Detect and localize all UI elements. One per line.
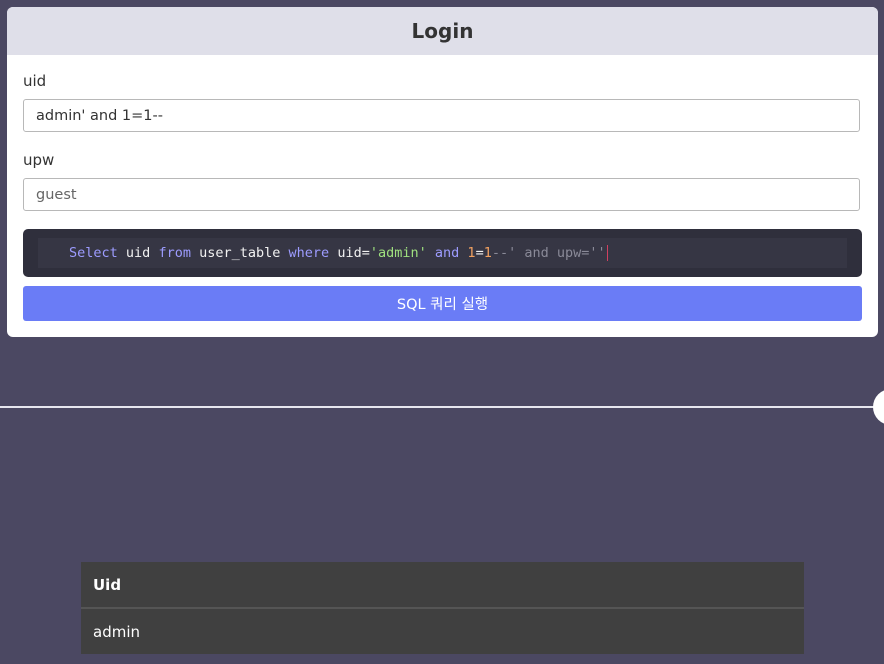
uid-column-header: Uid [81, 562, 804, 609]
table-row: admin [81, 608, 804, 654]
sql-token: 1 [467, 245, 476, 261]
login-title: Login [7, 7, 878, 55]
uid-label: uid [23, 72, 47, 90]
sql-token: and [434, 245, 460, 261]
sql-token: = [475, 245, 484, 261]
sql-token: = [361, 245, 370, 261]
sql-token: uid [337, 245, 362, 261]
upw-label: upw [23, 151, 55, 169]
sql-token: Select [69, 245, 118, 261]
sql-token: from [158, 245, 191, 261]
results-table: Uid admin [81, 562, 804, 654]
login-card: Login uid upw Select uid from user_table… [7, 7, 878, 337]
sql-token: where [288, 245, 330, 261]
text-caret [606, 245, 608, 261]
sql-token: user_table [199, 245, 281, 261]
sql-token: uid [125, 245, 151, 261]
sql-token: 'admin' [369, 245, 427, 261]
sql-token: 1 [483, 245, 492, 261]
horizontal-divider [0, 406, 884, 408]
sql-query-preview: Select uid from user_table where uid ='ad… [23, 229, 862, 277]
results-header-row: Uid [81, 562, 804, 609]
run-sql-query-button[interactable]: SQL 쿼리 실행 [23, 286, 862, 321]
uid-input[interactable] [23, 99, 860, 132]
uid-cell: admin [81, 608, 804, 654]
sql-token: --' and upw='' [491, 245, 606, 261]
side-toggle-handle[interactable] [873, 389, 884, 425]
upw-input[interactable] [23, 178, 860, 211]
sql-query-line: Select uid from user_table where uid ='ad… [38, 238, 847, 268]
